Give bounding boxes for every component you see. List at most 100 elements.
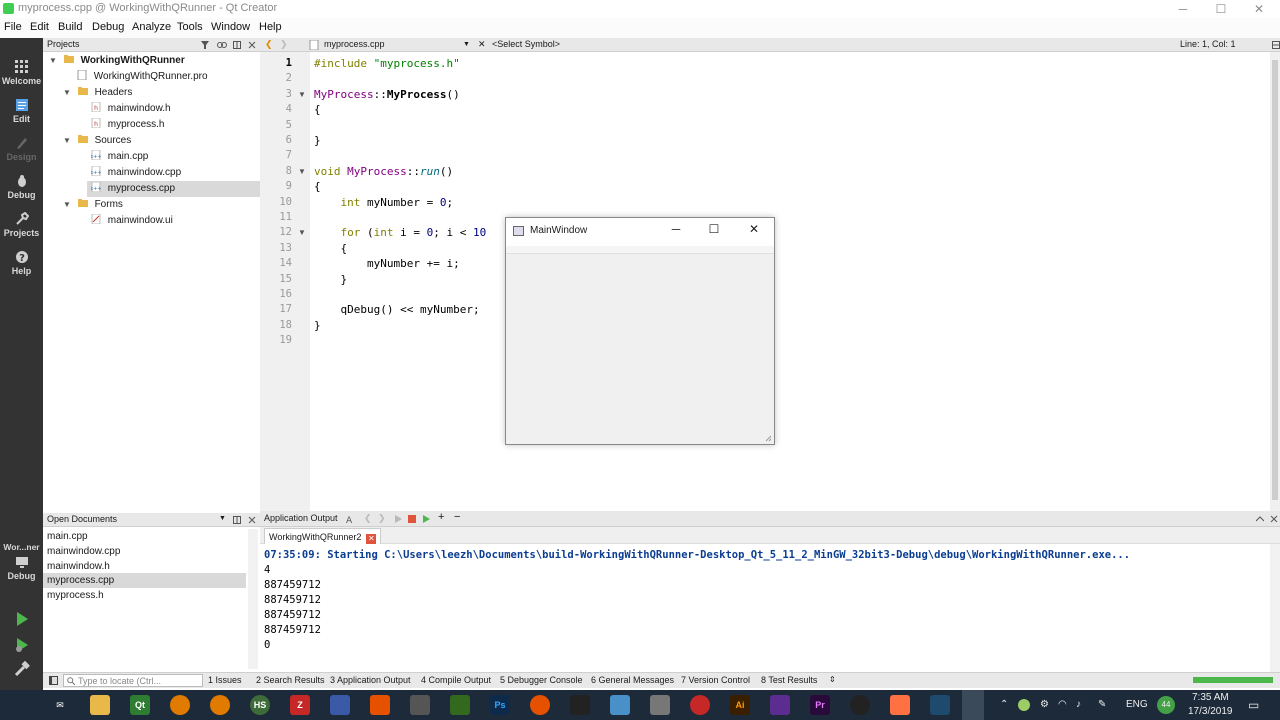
- pen-icon[interactable]: ✎: [1098, 699, 1106, 710]
- code-editor[interactable]: #include "myprocess.h" MyProcess::MyProc…: [310, 52, 1270, 512]
- open-document-item-selected[interactable]: myprocess.cpp: [43, 573, 246, 588]
- collapse-arrow-icon[interactable]: ▼: [63, 197, 75, 213]
- tree-item-main-cpp[interactable]: c++ main.cpp: [91, 149, 148, 165]
- stop-icon[interactable]: [408, 515, 416, 523]
- app-orange-icon[interactable]: [370, 695, 390, 715]
- file-explorer-icon[interactable]: [90, 695, 110, 715]
- tree-project-root[interactable]: ▼ WorkingWithQRunner: [49, 53, 185, 69]
- mainwindow-maximize-button[interactable]: ☐: [699, 222, 729, 240]
- close-file-icon[interactable]: ✕: [478, 39, 486, 50]
- firefox-icon[interactable]: [530, 695, 550, 715]
- pane-general-messages[interactable]: 6 General Messages: [591, 675, 674, 685]
- mode-design[interactable]: Design: [0, 132, 43, 170]
- mainwindow-app-window[interactable]: MainWindow ─ ☐ ✕: [505, 217, 775, 445]
- language-indicator[interactable]: ENG: [1126, 699, 1148, 710]
- collapse-arrow-icon[interactable]: ▼: [49, 53, 61, 69]
- fold-marker-icon[interactable]: ▼: [298, 90, 306, 99]
- opera-icon[interactable]: [690, 695, 710, 715]
- mainwindow-minimize-button[interactable]: ─: [661, 222, 691, 240]
- close-button[interactable]: ✕: [1240, 0, 1278, 18]
- link-icon[interactable]: [217, 41, 227, 49]
- nav-forward-icon[interactable]: ❯: [280, 39, 288, 50]
- fold-marker-icon[interactable]: ▼: [298, 228, 306, 237]
- menu-help[interactable]: Help: [259, 21, 282, 33]
- calculator-icon[interactable]: [410, 695, 430, 715]
- prev-icon[interactable]: ❮: [364, 513, 372, 524]
- pane-issues[interactable]: 1 Issues: [208, 675, 242, 685]
- tree-folder-headers[interactable]: ▼ Headers: [63, 85, 132, 101]
- zoom-in-icon[interactable]: +: [438, 511, 444, 523]
- premiere-icon[interactable]: Pr: [810, 695, 830, 715]
- open-document-item[interactable]: mainwindow.cpp: [43, 544, 246, 559]
- menu-analyze[interactable]: Analyze: [132, 21, 171, 33]
- minimize-button[interactable]: ─: [1164, 0, 1202, 18]
- menu-tools[interactable]: Tools: [177, 21, 203, 33]
- tree-folder-sources[interactable]: ▼ Sources: [63, 133, 131, 149]
- editor-vertical-scrollbar[interactable]: [1270, 52, 1280, 512]
- cursor-position[interactable]: Line: 1, Col: 1: [1180, 39, 1236, 49]
- nav-back-icon[interactable]: ❮: [265, 39, 273, 50]
- next-icon[interactable]: ❯: [378, 513, 386, 524]
- mainwindow-taskbar-icon[interactable]: [962, 690, 984, 720]
- illustrator-icon[interactable]: Ai: [730, 695, 750, 715]
- mode-projects[interactable]: Projects: [0, 208, 43, 246]
- pane-version-control[interactable]: 7 Version Control: [681, 675, 750, 685]
- menu-window[interactable]: Window: [211, 21, 250, 33]
- blender-icon[interactable]: [170, 695, 190, 715]
- mode-debug[interactable]: Debug: [0, 170, 43, 208]
- filezilla-icon[interactable]: Z: [290, 695, 310, 715]
- tree-item-myprocess-h[interactable]: h myprocess.h: [91, 117, 164, 133]
- maximize-pane-icon[interactable]: [1256, 515, 1264, 523]
- output-tab[interactable]: WorkingWithQRunner2 ✕: [264, 528, 382, 544]
- run-target-selector[interactable]: Wor...ner Debug: [0, 540, 43, 594]
- tray-settings-icon[interactable]: ⚙: [1040, 699, 1049, 710]
- excel-icon[interactable]: [450, 695, 470, 715]
- menu-file[interactable]: File: [4, 21, 22, 33]
- filter-icon[interactable]: [201, 41, 209, 49]
- close-tab-icon[interactable]: ✕: [366, 534, 377, 544]
- menu-debug[interactable]: Debug: [92, 21, 124, 33]
- clock-time[interactable]: 7:35 AM: [1192, 692, 1229, 703]
- sublime-icon[interactable]: [890, 695, 910, 715]
- debug-run-button[interactable]: [13, 636, 31, 654]
- app-icon[interactable]: [330, 695, 350, 715]
- mode-help[interactable]: ? Help: [0, 246, 43, 284]
- tray-badge[interactable]: 44: [1157, 696, 1175, 714]
- maximize-button[interactable]: ☐: [1202, 0, 1240, 18]
- menu-edit[interactable]: Edit: [30, 21, 49, 33]
- mail-icon[interactable]: ✉: [50, 695, 70, 715]
- close-pane-icon[interactable]: [248, 516, 256, 524]
- blender-alt-icon[interactable]: [210, 695, 230, 715]
- pane-debugger-console[interactable]: 5 Debugger Console: [500, 675, 583, 685]
- toggle-sidebar-icon[interactable]: [49, 676, 58, 685]
- scrollbar-thumb[interactable]: [1272, 60, 1278, 500]
- volume-icon[interactable]: ♪: [1076, 699, 1081, 710]
- pane-compile-output[interactable]: 4 Compile Output: [421, 675, 491, 685]
- tree-item-mainwindow-ui[interactable]: mainwindow.ui: [91, 213, 173, 229]
- steam-icon[interactable]: [930, 695, 950, 715]
- terminal-icon[interactable]: [570, 695, 590, 715]
- locator-input[interactable]: Type to locate (Ctrl...: [63, 674, 203, 687]
- pane-search-results[interactable]: 2 Search Results: [256, 675, 325, 685]
- close-pane-icon[interactable]: [248, 41, 256, 49]
- split-icon[interactable]: [233, 41, 241, 49]
- tree-item-myprocess-cpp[interactable]: c++ myprocess.cpp: [87, 181, 260, 197]
- open-document-item[interactable]: mainwindow.h: [43, 559, 246, 574]
- application-output[interactable]: 07:35:09: Starting C:\Users\leezh\Docume…: [260, 544, 1280, 672]
- open-document-item[interactable]: main.cpp: [43, 529, 246, 544]
- mode-edit[interactable]: Edit: [0, 94, 43, 132]
- tree-item-mainwindow-cpp[interactable]: c++ mainwindow.cpp: [91, 165, 181, 181]
- tree-item-pro-file[interactable]: WorkingWithQRunner.pro: [77, 69, 208, 85]
- obs-icon[interactable]: [850, 695, 870, 715]
- photoshop-icon[interactable]: Ps: [490, 695, 510, 715]
- fold-marker-icon[interactable]: ▼: [298, 167, 306, 176]
- rerun-play-icon[interactable]: [394, 515, 402, 523]
- mainwindow-titlebar[interactable]: MainWindow ─ ☐ ✕: [506, 218, 774, 246]
- mainwindow-close-button[interactable]: ✕: [739, 222, 769, 240]
- pane-application-output[interactable]: 3 Application Output: [330, 675, 411, 685]
- attach-icon[interactable]: A: [346, 514, 356, 524]
- tray-expand-icon[interactable]: ⌃: [1000, 699, 1008, 710]
- clock-date[interactable]: 17/3/2019: [1188, 706, 1233, 717]
- run-button[interactable]: [13, 610, 31, 628]
- resize-grip-icon[interactable]: [764, 434, 772, 442]
